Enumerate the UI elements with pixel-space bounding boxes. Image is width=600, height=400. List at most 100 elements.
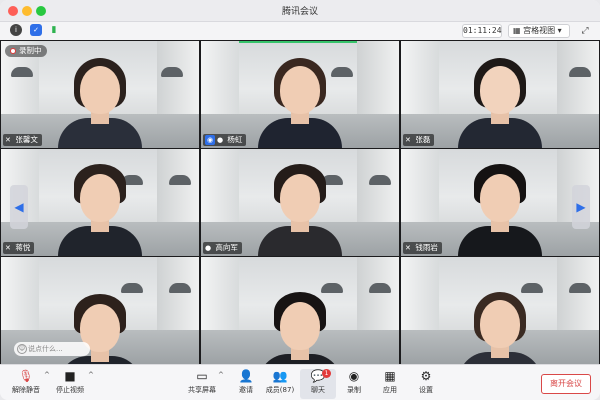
participant-name-tag: ✕ 张磊 [403, 134, 435, 146]
signal-icon[interactable]: ▮ [48, 24, 60, 36]
mic-muted-icon: 🎙 [18, 369, 34, 383]
apps-label: 应用 [383, 386, 397, 394]
title-bar: 腾讯会议 [0, 0, 600, 22]
video-tile[interactable]: ✕ 蒋悦 [1, 149, 199, 256]
members-label: 成员(87) [265, 386, 295, 394]
next-page-button[interactable]: ▶ [572, 185, 590, 229]
share-options-chevron-icon[interactable]: ^ [218, 371, 224, 379]
face [280, 66, 320, 114]
face [280, 302, 320, 350]
audio-options-chevron-icon[interactable]: ^ [44, 371, 50, 379]
shield-icon[interactable]: ✓ [30, 24, 42, 36]
participant-name-tag: ◉ ● 杨虹 [203, 134, 247, 146]
recording-label: 录制中 [19, 46, 42, 55]
background-lamp [169, 283, 191, 293]
background-lamp [369, 175, 391, 185]
participant-name: 张馨文 [15, 135, 38, 144]
mic-muted-icon: ✕ [405, 244, 411, 252]
fullscreen-icon[interactable]: ⤢ [578, 24, 592, 38]
invite-button[interactable]: 👤 邀请 [228, 369, 264, 399]
participant-video [452, 288, 548, 364]
share-screen-button[interactable]: ▭ 共享屏幕 [184, 369, 220, 399]
chat-button[interactable]: 💬 1 聊天 [300, 369, 336, 399]
window-title: 腾讯会议 [281, 7, 318, 17]
face [80, 174, 120, 222]
mic-icon: ● [205, 244, 212, 252]
view-mode-label: 宫格视图 [523, 26, 556, 35]
record-icon: ◉ [348, 369, 360, 383]
video-tile[interactable]: 录制中 ✕ 张馨文 [1, 41, 199, 148]
add-user-icon: 👤 [238, 369, 254, 383]
participant-name: 蒋悦 [15, 243, 31, 252]
mic-muted-icon: ✕ [5, 244, 11, 252]
unmute-label: 解除静音 [12, 386, 40, 394]
grid-icon: ▦ [513, 26, 524, 35]
face [480, 300, 520, 348]
settings-label: 设置 [419, 386, 433, 394]
leave-meeting-button[interactable]: 离开会议 [541, 374, 591, 394]
participant-video [252, 54, 348, 148]
video-tile[interactable]: ◉ ● 杨虹 [201, 41, 399, 148]
video-tile[interactable]: ● 高向军 [201, 149, 399, 256]
mic-muted-icon: ✕ [405, 136, 411, 144]
participant-name-tag: ✕ 钱雨岩 [403, 242, 442, 254]
view-mode-button[interactable]: ▦ 宫格视图 ▾ [508, 24, 570, 38]
chat-placeholder: 说点什么... [28, 345, 63, 353]
video-tile[interactable] [401, 257, 599, 364]
background-lamp [369, 283, 391, 293]
invite-label: 邀请 [239, 386, 253, 394]
record-label: 录制 [347, 386, 361, 394]
camera-icon: ■ [64, 369, 76, 383]
participant-name: 高向军 [215, 243, 238, 252]
background-lamp [11, 67, 33, 77]
screen-share-icon: ▭ [196, 369, 208, 383]
meeting-window: 腾讯会议 i ✓ ▮ 01:11:24 ▦ 宫格视图 ▾ ⤢ 录制中 ✕ 张馨文 [0, 0, 600, 400]
host-icon: ◉ [205, 135, 215, 145]
participant-video [52, 162, 148, 256]
chat-label: 聊天 [311, 386, 325, 394]
apps-button[interactable]: ▦ 应用 [372, 369, 408, 399]
chevron-down-icon: ▾ [555, 26, 562, 35]
previous-page-button[interactable]: ◀ [10, 185, 28, 229]
participant-video [252, 162, 348, 256]
settings-button[interactable]: ⚙ 设置 [408, 369, 444, 399]
meeting-timer: 01:11:24 [462, 24, 502, 38]
chat-input[interactable]: ☺ 说点什么... [14, 342, 90, 356]
face [280, 174, 320, 222]
participant-name-tag: ● 高向军 [203, 242, 242, 254]
face [480, 174, 520, 222]
participant-video [452, 162, 548, 256]
background-lamp [161, 67, 183, 77]
face [480, 66, 520, 114]
participant-name: 钱雨岩 [415, 243, 438, 252]
share-screen-label: 共享屏幕 [188, 386, 216, 394]
members-button[interactable]: 👥 成员(87) [262, 369, 298, 399]
members-icon: 👥 [272, 369, 288, 383]
stop-video-button[interactable]: ■ 停止视频 [52, 369, 88, 399]
participant-name: 杨虹 [227, 135, 243, 144]
background-lamp [569, 67, 591, 77]
stop-video-label: 停止视频 [56, 386, 84, 394]
apps-grid-icon: ▦ [384, 369, 396, 383]
participant-name-tag: ✕ 张馨文 [3, 134, 42, 146]
chat-unread-badge: 1 [322, 369, 331, 378]
participant-video [52, 54, 148, 148]
participant-video [252, 290, 348, 364]
info-icon[interactable]: i [10, 24, 22, 36]
participant-name-tag: ✕ 蒋悦 [3, 242, 35, 254]
background-lamp [169, 175, 191, 185]
video-tile[interactable] [201, 257, 399, 364]
gear-icon: ⚙ [420, 369, 432, 383]
recording-indicator: 录制中 [5, 45, 47, 57]
mic-muted-icon: ✕ [5, 136, 11, 144]
face [80, 66, 120, 114]
emoji-icon[interactable]: ☺ [17, 344, 27, 354]
video-tile[interactable]: ✕ 钱雨岩 [401, 149, 599, 256]
video-options-chevron-icon[interactable]: ^ [88, 371, 94, 379]
participant-name: 张磊 [415, 135, 431, 144]
unmute-button[interactable]: 🎙 解除静音 [8, 369, 44, 399]
participant-video [452, 54, 548, 148]
video-tile[interactable]: ✕ 张磊 [401, 41, 599, 148]
record-button[interactable]: ◉ 录制 [336, 369, 372, 399]
record-dot-icon [10, 48, 16, 54]
